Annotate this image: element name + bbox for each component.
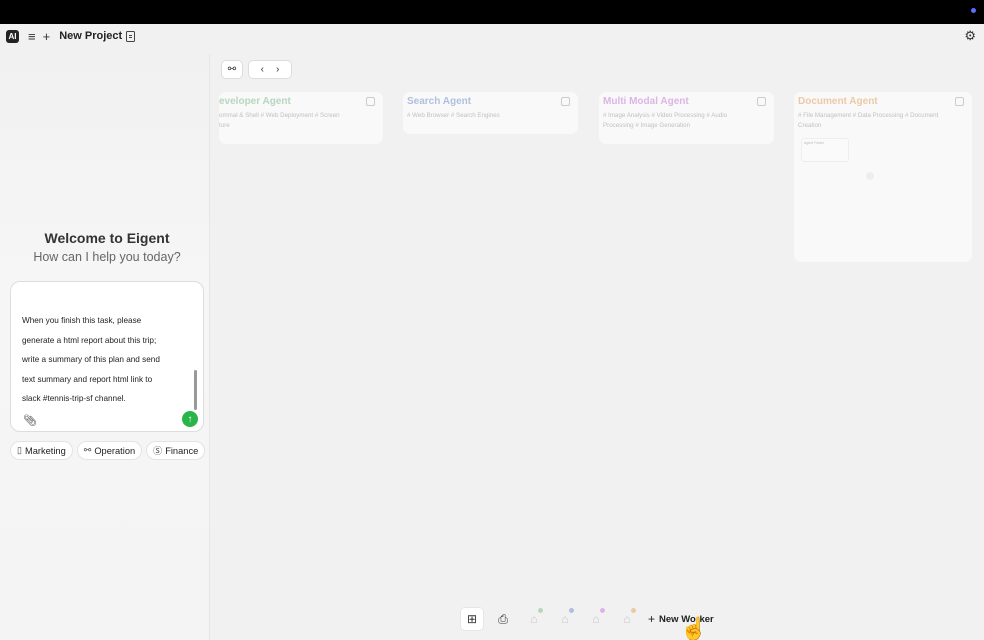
chip-label: Finance [165, 445, 199, 456]
phone-icon: ▯ [17, 445, 22, 455]
dollar-icon: Ⓢ [153, 446, 163, 456]
status-dot-icon [971, 8, 976, 13]
chat-line: write a summary of this plan and send [22, 355, 160, 364]
send-button[interactable]: ↑ [182, 411, 198, 427]
agent-card-search[interactable]: Search Agent # Web Browser # Search Engi… [403, 92, 578, 134]
agent-name: Multi Modal Agent [603, 96, 689, 107]
settings-gear-icon[interactable]: ⚙ [964, 29, 976, 42]
paperclip-icon[interactable]: 📎︎ [23, 414, 37, 427]
expand-icon[interactable] [366, 97, 375, 106]
nodes-icon: ⚯ [227, 64, 237, 75]
chip-label: Operation [94, 445, 136, 456]
chat-panel: Welcome to Eigent How can I help you tod… [0, 54, 210, 640]
chip-marketing[interactable]: ▯ Marketing [10, 441, 73, 460]
grid-view-button[interactable]: ⊞ [460, 607, 484, 631]
expand-icon[interactable] [561, 97, 570, 106]
agent-name: eveloper Agent [219, 96, 291, 107]
project-title: New Project [59, 30, 123, 42]
chat-line: When you finish this task, please [22, 316, 142, 325]
badge-dot [631, 608, 636, 613]
plus-icon[interactable]: + [43, 30, 51, 43]
expand-icon[interactable] [757, 97, 766, 106]
os-top-bar [0, 0, 984, 24]
worker-document-button[interactable]: ⌂ [615, 607, 639, 631]
chat-input-text[interactable]: When you finish this task, please genera… [22, 311, 188, 409]
chat-input-box[interactable]: When you finish this task, please genera… [10, 281, 204, 432]
app-window: AI ≡ + New Project ⚙ Welcome to Eigent H… [0, 24, 984, 640]
agent-card-document[interactable]: Document Agent # File Management # Data … [794, 92, 972, 262]
suggestion-chips: ▯ Marketing ⚯ Operation Ⓢ Finance [10, 441, 206, 460]
grid-icon: ⊞ [466, 612, 478, 626]
robot-icon: ⌂ [592, 612, 600, 626]
chat-line: slack #tennis-trip-sf channel. [22, 394, 126, 403]
agent-card-multimodal[interactable]: Multi Modal Agent # Image Analysis # Vid… [599, 92, 774, 144]
agent-card-developer[interactable]: eveloper Agent ommal & Shell # Web Deplo… [219, 92, 383, 144]
badge-dot [538, 608, 543, 613]
workflow-toggle-button[interactable]: ⚯ [221, 60, 243, 79]
preview-title: Agent Folder [804, 141, 825, 145]
worker-developer-button[interactable]: ⌂ [522, 607, 546, 631]
chevron-left-icon[interactable]: ‹ [261, 64, 264, 75]
expand-icon[interactable] [955, 97, 964, 106]
agent-tags: ommal & Shell # Web Deployment # Screen … [219, 112, 340, 129]
workspace: ⚯ ‹ › eveloper Agent ommal & Shell # Web… [211, 54, 984, 640]
plus-icon: + [648, 612, 656, 626]
bottom-toolbar: ⊞ ⎙ ⌂ ⌂ ⌂ ⌂ + New Worker [460, 607, 714, 631]
agent-folder-preview: Agent Folder [801, 138, 849, 162]
chip-label: Marketing [24, 445, 66, 456]
inbox-icon: ⎙ [498, 611, 508, 626]
menu-icon[interactable]: ≡ [28, 30, 36, 43]
agent-name: Document Agent [798, 96, 878, 107]
title-bar: AI ≡ + New Project ⚙ [0, 24, 984, 48]
nav-arrows: ‹ › [248, 60, 292, 79]
chip-finance[interactable]: Ⓢ Finance [146, 441, 206, 460]
chat-line: generate a html report about this trip; [22, 335, 157, 345]
robot-icon: ⌂ [623, 612, 631, 626]
hand-cursor-icon: ☝ [680, 616, 708, 640]
chip-operation[interactable]: ⚯ Operation [76, 441, 143, 460]
badge-dot [569, 608, 574, 613]
chevron-right-icon[interactable]: › [276, 64, 279, 75]
app-logo: AI [6, 29, 19, 43]
worker-search-button[interactable]: ⌂ [553, 607, 577, 631]
agent-name: Search Agent [407, 96, 472, 107]
badge-dot [600, 608, 605, 613]
document-icon[interactable] [126, 30, 136, 42]
welcome-title: Welcome to Eigent [44, 230, 170, 246]
nodes-icon: ⚯ [83, 445, 92, 455]
agent-tags: # Web Browser # Search Engines [407, 112, 500, 119]
worker-multimodal-button[interactable]: ⌂ [584, 607, 608, 631]
inbox-button[interactable]: ⎙ [491, 607, 515, 631]
chat-line: text summary and report html link to [22, 374, 153, 384]
robot-icon: ⌂ [530, 612, 538, 626]
welcome-subtitle: How can I help you today? [33, 250, 181, 264]
agent-tags: # File Management # Data Processing # Do… [798, 112, 939, 129]
robot-icon: ⌂ [561, 612, 569, 626]
loading-icon [866, 172, 874, 180]
agent-tags: # Image Analysis # Video Processing # Au… [603, 112, 728, 129]
chat-scrollbar[interactable] [194, 370, 197, 410]
